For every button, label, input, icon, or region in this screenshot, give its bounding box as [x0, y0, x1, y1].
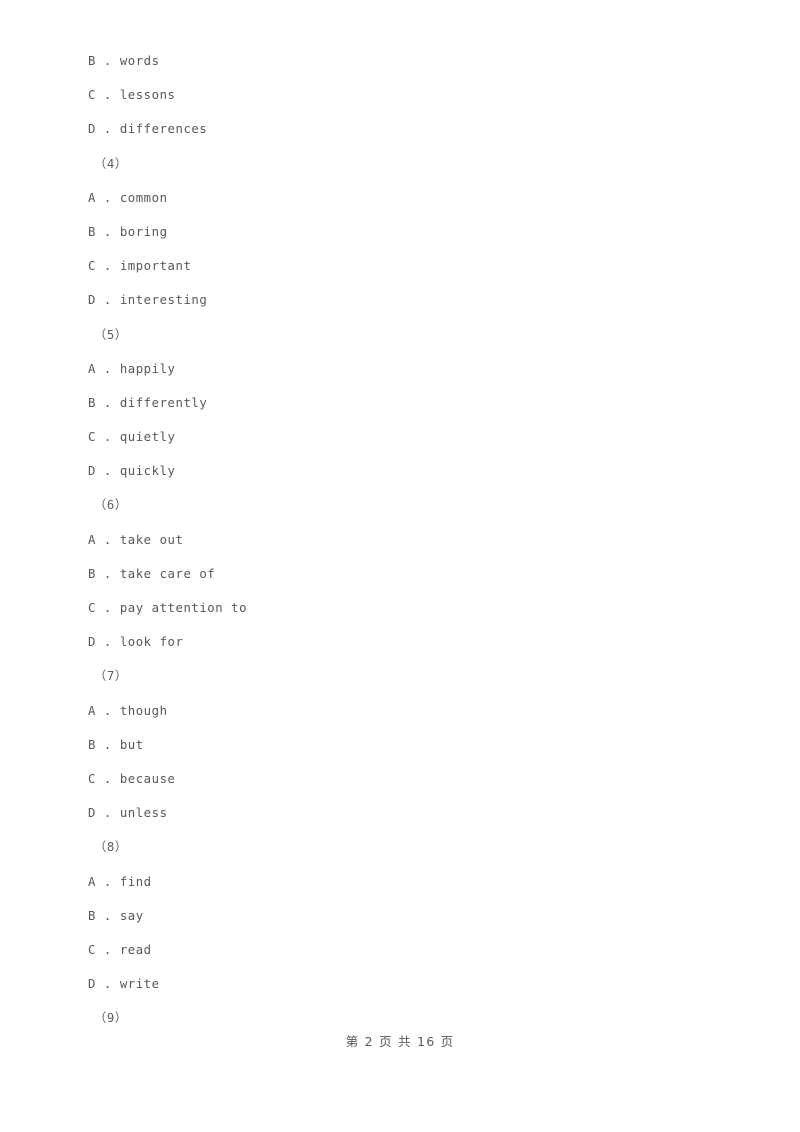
question-number: （7）: [94, 669, 128, 684]
question-options-list: B . words C . lessons D . differences （4） A …: [88, 44, 728, 1035]
answer-option: C . important: [88, 259, 192, 274]
answer-option: A . find: [88, 874, 152, 889]
answer-option: D . quickly: [88, 464, 176, 479]
answer-option: C . lessons: [88, 88, 176, 103]
question-number: （4）: [94, 156, 128, 171]
answer-option: A . take out: [88, 532, 184, 547]
answer-option: C . quietly: [88, 430, 176, 445]
answer-option: B . say: [88, 908, 144, 923]
answer-option: C . pay attention to: [88, 601, 248, 615]
answer-option: C . read: [88, 942, 152, 957]
question-number: （5）: [94, 327, 128, 342]
answer-option: A . common: [88, 190, 168, 205]
answer-option: A . though: [88, 703, 168, 718]
question-number: （8）: [94, 840, 128, 855]
answer-option: B . differently: [88, 395, 208, 410]
document-page: B . words C . lessons D . differences （4） A …: [0, 0, 800, 1132]
answer-option: B . but: [88, 737, 144, 752]
question-number: （6）: [94, 498, 128, 513]
answer-option: D . unless: [88, 806, 168, 821]
answer-option: B . take care of: [88, 566, 216, 581]
answer-option: D . differences: [88, 122, 208, 137]
answer-option: B . boring: [88, 224, 168, 239]
answer-option: D . look for: [88, 635, 184, 650]
answer-option: B . words: [88, 54, 160, 68]
answer-option: D . interesting: [88, 293, 208, 308]
answer-option: C . because: [88, 771, 176, 786]
page-footer: 第 2 页 共 16 页: [345, 1034, 455, 1049]
answer-option: D . write: [88, 977, 160, 992]
answer-option: A . happily: [88, 361, 176, 376]
